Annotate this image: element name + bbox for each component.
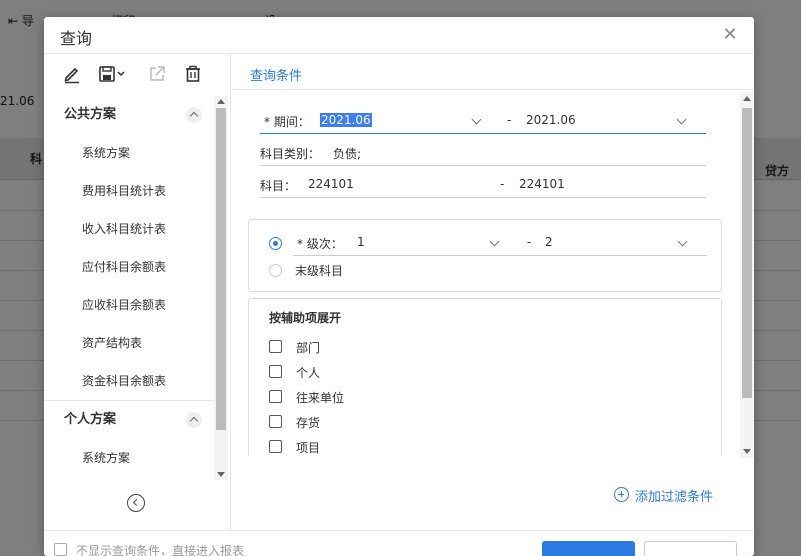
aux-option-label: 部门 [296,341,321,355]
skip-conditions-checkbox[interactable] [54,543,67,556]
plan-item[interactable]: 应收科目余额表 [44,286,214,324]
tab-bar: 查询条件 [232,54,754,90]
aux-option-label: 个人 [296,366,321,380]
leaf-label: 末级科目 [295,264,344,278]
plan-item[interactable]: 应付科目余额表 [44,248,214,286]
plan-item[interactable]: 资产结构表 [44,324,214,362]
query-dialog: 查询 ✕ 公共方案 系统方案 费用科目统计表 收入科目统计表 应付科目余额表 应… [44,17,754,556]
period-field[interactable]: * 期间： 2021.06 - 2021.06 [260,108,706,134]
range-separator: - [500,177,505,191]
chevron-up-icon[interactable] [186,107,202,123]
section-title: 公共方案 [64,107,117,122]
aux-option-label: 存货 [296,416,321,430]
checkbox[interactable] [269,390,282,403]
chevron-down-icon[interactable] [677,236,688,247]
range-separator: - [507,113,512,127]
form-scrollbar[interactable] [740,92,754,458]
delete-icon[interactable] [183,64,205,84]
account-field[interactable]: 科目： 224101 - 224101 [260,172,706,198]
aux-option-label: 往来单位 [296,391,345,405]
dialog-header: 查询 ✕ [44,17,754,54]
plan-list-scrollbar[interactable] [214,96,228,480]
level-radio[interactable] [269,237,282,250]
period-label: * 期间： [264,115,310,129]
collapse-panel-icon[interactable] [127,494,145,512]
level-box: * 级次： 1 - 2 末级科目 [248,219,722,292]
chevron-down-icon[interactable] [471,114,482,125]
scroll-up-arrow[interactable] [217,99,225,104]
account-type-label: 科目类别： [260,147,321,161]
checkbox[interactable] [269,365,282,378]
plan-item[interactable]: 费用科目统计表 [44,172,214,210]
skip-conditions-label: 不显示查询条件，直接进入报表 [76,544,245,556]
dialog-title: 查询 [60,29,93,48]
cancel-button[interactable] [644,541,737,556]
section-personal-plans[interactable]: 个人方案 [44,401,214,439]
chevron-down-icon[interactable] [489,236,500,247]
aux-option-label: 项目 [296,441,321,455]
chevron-up-icon[interactable] [186,412,202,428]
aux-expand-box: 按辅助项展开 部门 个人 往来单位 存货 项目 [248,298,722,456]
account-type-field[interactable]: 科目类别： 负债; [260,140,706,166]
scroll-thumb[interactable] [742,108,752,398]
leaf-radio[interactable] [269,264,282,277]
scroll-up-arrow[interactable] [743,96,751,101]
account-label: 科目： [260,179,297,193]
plan-item[interactable]: 系统方案 [44,439,214,477]
checkbox[interactable] [269,340,282,353]
plan-panel: 公共方案 系统方案 费用科目统计表 收入科目统计表 应付科目余额表 应收科目余额… [44,54,231,530]
account-from-input[interactable]: 224101 [308,177,354,191]
confirm-button[interactable] [542,541,635,556]
scroll-thumb[interactable] [216,108,226,430]
scroll-down-arrow[interactable] [217,472,225,477]
export-icon[interactable] [147,64,169,84]
condition-form: * 期间： 2021.06 - 2021.06 科目类别： 负债; 科目： 22… [232,90,738,456]
checkbox[interactable] [269,415,282,428]
level-to-input[interactable]: 2 [545,235,553,249]
account-to-input[interactable]: 224101 [519,177,565,191]
plan-item[interactable]: 资金科目余额表 [44,362,214,400]
plan-item[interactable]: 收入科目统计表 [44,210,214,248]
plan-list: 公共方案 系统方案 费用科目统计表 收入科目统计表 应付科目余额表 应收科目余额… [44,96,214,480]
section-title: 个人方案 [64,412,117,427]
level-from-input[interactable]: 1 [357,235,365,249]
chevron-down-icon[interactable] [676,114,687,125]
edit-icon[interactable] [62,64,84,84]
close-icon[interactable]: ✕ [720,25,740,45]
aux-title: 按辅助项展开 [269,311,342,325]
plan-toolbar [44,54,231,94]
checkbox[interactable] [269,440,282,453]
scroll-down-arrow[interactable] [743,449,751,454]
period-from-input[interactable]: 2021.06 [320,113,372,127]
save-icon[interactable] [98,64,128,84]
dialog-footer: 不显示查询条件，直接进入报表 [44,530,754,556]
range-separator: - [527,235,532,249]
account-type-value[interactable]: 负债; [333,145,361,162]
add-circle-icon [614,487,629,502]
section-public-plans[interactable]: 公共方案 [44,96,214,134]
level-field[interactable]: * 级次： 1 - 2 [293,230,707,256]
add-filter-label: 添加过滤条件 [635,490,714,505]
query-conditions-panel: 查询条件 * 期间： 2021.06 - 2021.06 科目类别： 负债; 科… [232,54,754,530]
plan-item[interactable]: 系统方案 [44,134,214,172]
period-to-input[interactable]: 2021.06 [526,113,576,127]
tab-query-conditions[interactable]: 查询条件 [250,65,302,84]
level-label: * 级次： [297,237,343,251]
